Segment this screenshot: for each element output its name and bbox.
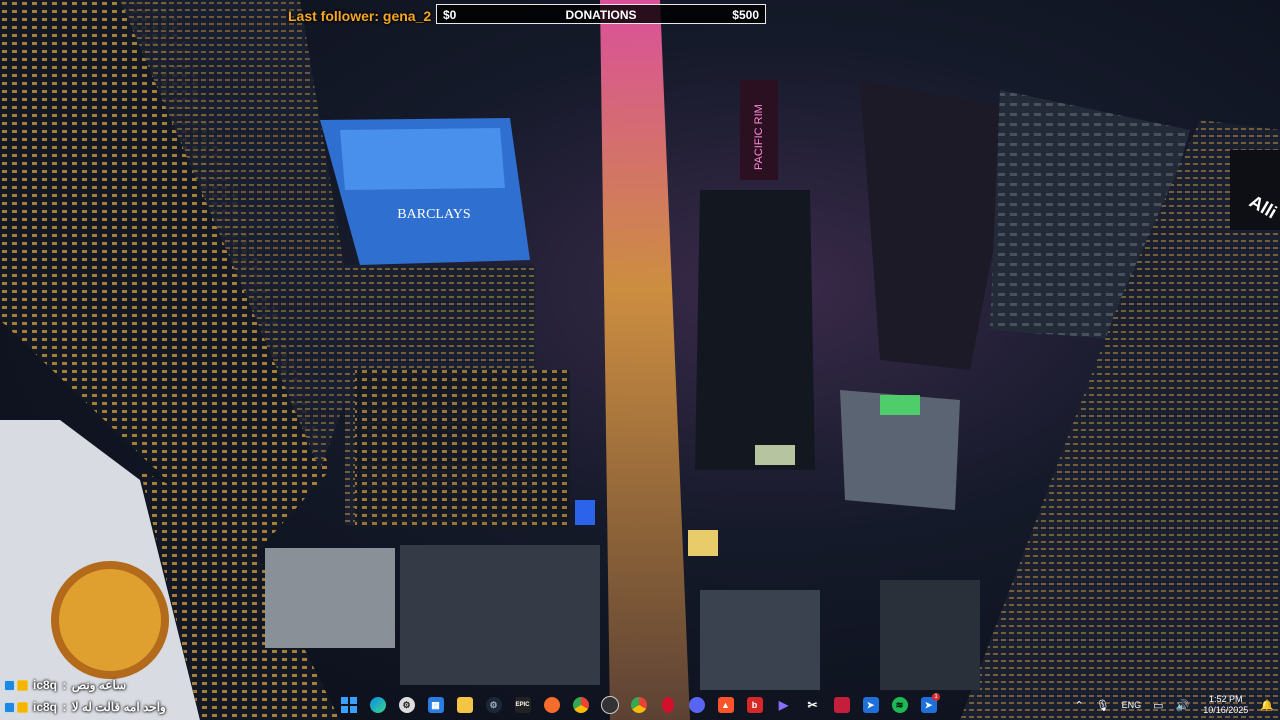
edge-icon[interactable] [363, 690, 392, 720]
chrome-icon[interactable] [566, 690, 595, 720]
clock[interactable]: 1:52 PM 10/16/2025 [1203, 694, 1248, 716]
clock-time: 1:52 PM [1209, 694, 1243, 704]
capcut-icon[interactable]: ✂ [798, 690, 827, 720]
obs-icon[interactable] [595, 690, 624, 720]
discord-icon[interactable] [682, 690, 711, 720]
origin-icon[interactable] [537, 690, 566, 720]
brave-icon[interactable]: ▲ [711, 690, 740, 720]
chat-badge-icon [4, 679, 15, 691]
donation-max-value: $500 [732, 8, 759, 22]
chevron-up-icon[interactable]: ⌃ [1074, 699, 1083, 712]
spotify-icon[interactable]: ≋ [885, 690, 914, 720]
donation-title: DONATIONS [565, 8, 637, 22]
volume-icon[interactable]: 🔊 [1176, 699, 1190, 712]
steam-icon[interactable]: ⚙ [479, 690, 508, 720]
chat-badge-icon [17, 679, 28, 691]
last-follower-label: Last follower: gena_2 [288, 8, 432, 24]
opera-icon[interactable] [653, 690, 682, 720]
chrome-alt-icon[interactable] [624, 690, 653, 720]
notification-icon[interactable]: 🔔 [1260, 699, 1274, 712]
settings-icon[interactable]: ⚙ [392, 690, 421, 720]
barclays-billboard: BARCLAYS [397, 207, 470, 222]
start-icon[interactable] [334, 690, 363, 720]
city-background: BARCLAYS PACIFIC RIM Alli [0, 0, 1280, 720]
app-blue-notify-icon[interactable]: ➤ 1 [914, 690, 943, 720]
system-tray: ⌃ 🎙 ENG ▭ 🔊 1:52 PM 10/16/2025 🔔 [1068, 690, 1280, 720]
store-icon[interactable]: ▦ [421, 690, 450, 720]
app-red-icon[interactable]: b [740, 690, 769, 720]
taskbar: ⚙ ▦ ⚙ EPIC ▲ b ▶ ✂ ➤ ≋ ➤ 1 ⌃ 🎙 ENG ▭ 🔊 1… [0, 690, 1280, 720]
media-player-icon[interactable]: ▶ [769, 690, 798, 720]
donations-goal-bar: $0 DONATIONS $500 [436, 4, 766, 24]
language-indicator[interactable]: ENG [1122, 700, 1142, 710]
notification-badge: 1 [932, 693, 940, 701]
city-skyline-image: BARCLAYS PACIFIC RIM Alli [0, 0, 1280, 720]
epic-games-icon[interactable]: EPIC [508, 690, 537, 720]
taskbar-apps: ⚙ ▦ ⚙ EPIC ▲ b ▶ ✂ ➤ ≋ ➤ 1 [334, 690, 943, 720]
file-explorer-icon[interactable] [450, 690, 479, 720]
network-icon[interactable]: ▭ [1153, 699, 1163, 712]
app-red-square-icon[interactable] [827, 690, 856, 720]
app-blue-arrow-icon[interactable]: ➤ [856, 690, 885, 720]
pacific-rim-billboard: PACIFIC RIM [753, 104, 765, 170]
microphone-icon[interactable]: 🎙 [1096, 699, 1110, 712]
clock-date: 10/16/2025 [1203, 705, 1249, 715]
